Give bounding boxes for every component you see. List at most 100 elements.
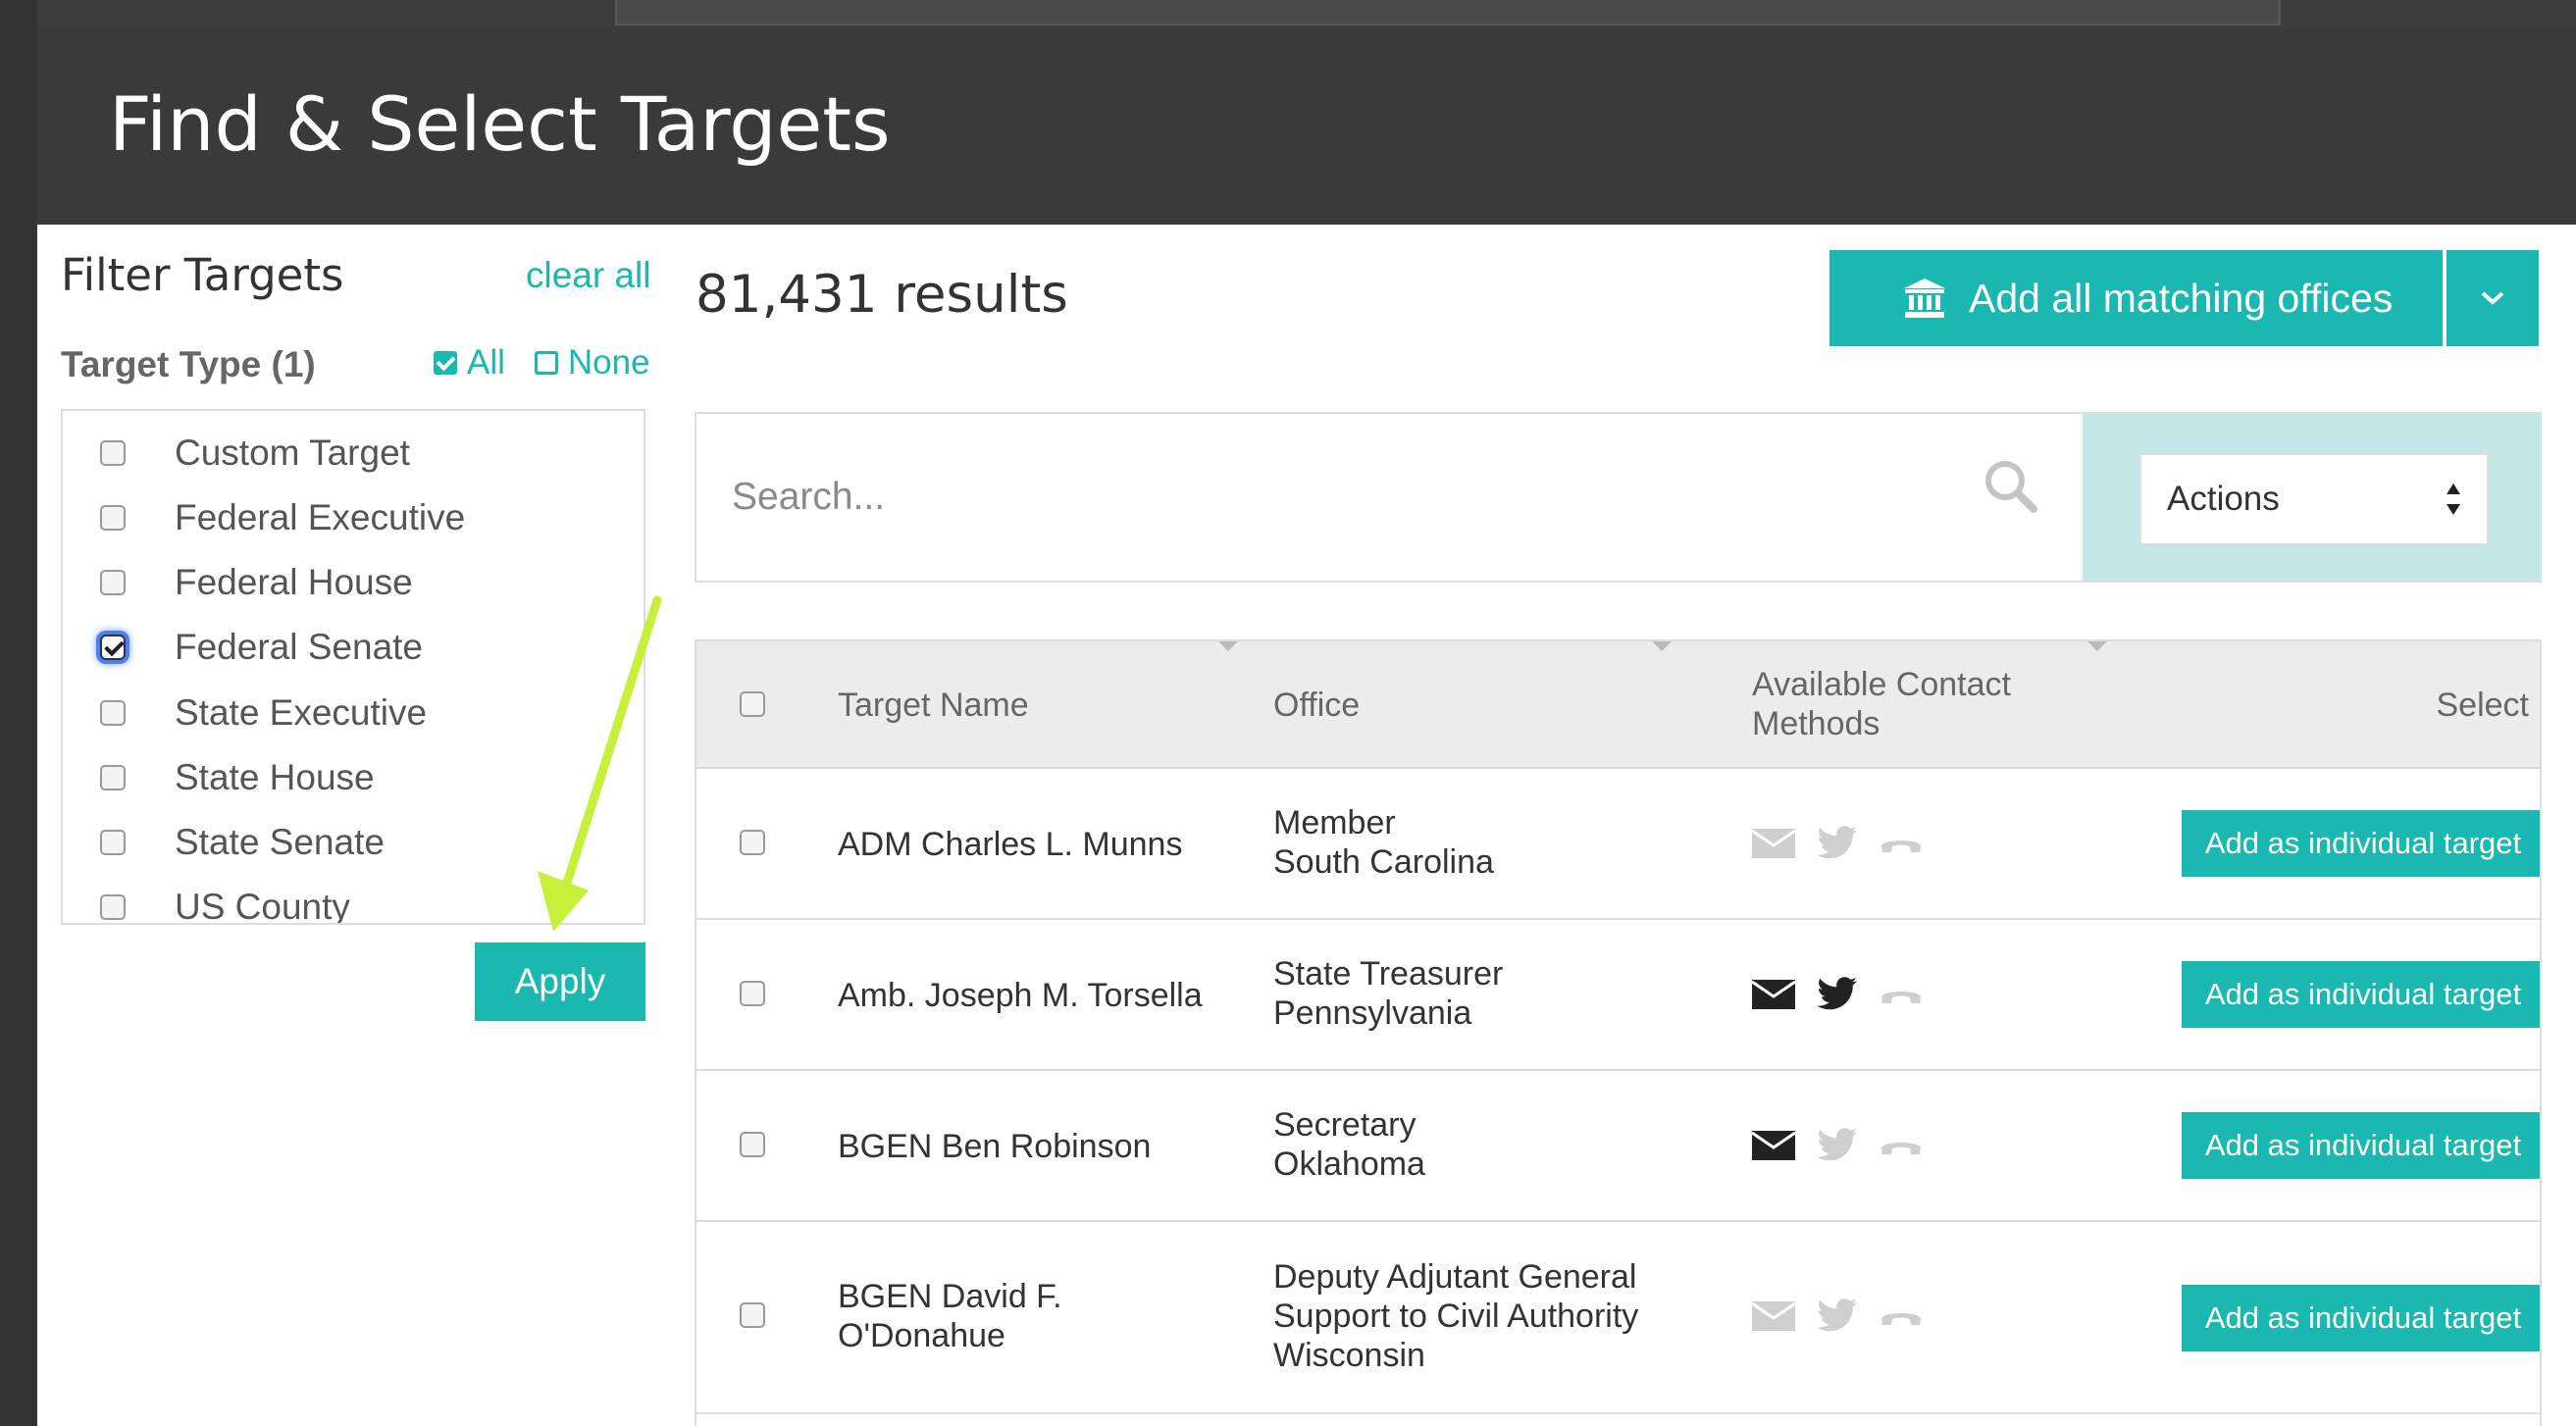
table-row: ADM Charles L. Munns Member South Caroli…	[696, 769, 2540, 920]
twitter-icon	[1817, 1128, 1857, 1161]
target-type-label: Target Type (1)	[61, 344, 316, 384]
type-label: State House	[175, 757, 375, 797]
row-checkbox[interactable]	[740, 1132, 765, 1157]
type-label: Federal Senate	[175, 627, 424, 667]
bank-icon	[1904, 279, 1945, 318]
header-select: Select	[2436, 687, 2530, 724]
search-bar: Actions	[695, 412, 2542, 583]
header-methods-line1: Available Contact	[1752, 666, 2011, 703]
target-type-list[interactable]: Custom Target Federal Executive Federal …	[61, 409, 645, 925]
actions-select[interactable]: Actions	[2139, 453, 2489, 545]
target-name: BGEN David F. O'Donahue	[838, 1277, 1062, 1355]
apply-button[interactable]: Apply	[475, 942, 645, 1021]
office-line: Secretary	[1273, 1106, 1417, 1144]
type-checkbox[interactable]	[100, 765, 126, 790]
type-checkbox[interactable]	[100, 505, 126, 531]
header-methods-line2: Methods	[1752, 705, 1880, 742]
twitter-icon	[1817, 1299, 1857, 1332]
select-none-option[interactable]: None	[534, 343, 650, 382]
email-icon[interactable]	[1752, 980, 1795, 1009]
background-input	[615, 0, 2281, 25]
contact-methods	[1752, 977, 1923, 1012]
office-line: Support to Civil Authority	[1273, 1298, 1639, 1335]
header-target-name[interactable]: Target Name	[838, 686, 1029, 725]
chevron-down-icon	[2481, 291, 2504, 305]
header-contact-methods[interactable]: Available Contact Methods	[1752, 665, 2011, 743]
search-input[interactable]	[732, 461, 1909, 534]
filter-targets-title: Filter Targets	[61, 249, 344, 301]
select-all-option[interactable]: All	[434, 343, 505, 382]
target-office: Secretary Oklahoma	[1273, 1105, 1425, 1184]
target-name: ADM Charles L. Munns	[838, 825, 1182, 864]
twitter-icon[interactable]	[1817, 977, 1858, 1012]
empty-box-icon	[534, 351, 558, 375]
type-item-state-house[interactable]: State House	[63, 753, 644, 802]
search-icon	[1985, 461, 2037, 513]
email-icon[interactable]	[1752, 1131, 1795, 1160]
target-name-line: BGEN Ben Robinson	[838, 1128, 1152, 1165]
target-name-line: ADM Charles L. Munns	[838, 826, 1183, 863]
phone-icon	[1881, 840, 1921, 852]
table-row: BGEN David F. O'Donahue Deputy Adjutant …	[696, 1222, 2540, 1414]
add-individual-target-button[interactable]: Add as individual target	[2182, 1112, 2540, 1179]
resize-caret-icon[interactable]	[1652, 641, 1672, 651]
checked-box-icon	[434, 351, 457, 375]
type-checkbox[interactable]	[100, 570, 126, 595]
type-checkbox[interactable]	[100, 894, 126, 920]
add-individual-target-button[interactable]: Add as individual target	[2182, 961, 2540, 1028]
search-box	[696, 414, 2083, 581]
modal-header: Find & Select Targets	[37, 29, 2576, 225]
add-all-dropdown-toggle[interactable]	[2447, 250, 2539, 346]
type-checkbox-checked[interactable]	[100, 635, 126, 660]
type-label: Federal Executive	[175, 497, 466, 537]
target-name: BGEN Ben Robinson	[838, 1127, 1151, 1166]
actions-panel: Actions	[2083, 414, 2542, 581]
none-label: None	[567, 343, 650, 382]
type-item-federal-house[interactable]: Federal House	[63, 558, 644, 607]
resize-caret-icon[interactable]	[1218, 641, 1238, 651]
type-label: Federal House	[175, 562, 413, 602]
type-label: US County	[175, 887, 350, 925]
type-checkbox[interactable]	[100, 440, 126, 466]
type-label: State Executive	[175, 692, 428, 733]
select-all-rows-checkbox[interactable]	[740, 691, 765, 717]
resize-caret-icon[interactable]	[2087, 641, 2107, 651]
type-item-us-county[interactable]: US County	[63, 883, 644, 925]
row-checkbox[interactable]	[740, 981, 765, 1006]
target-name-line: O'Donahue	[838, 1317, 1005, 1354]
background-toolbar	[0, 0, 2576, 29]
contact-methods	[1752, 1128, 1923, 1163]
type-item-state-senate[interactable]: State Senate	[63, 818, 644, 867]
targets-table: Target Name Office Available Contact Met…	[695, 639, 2542, 1426]
phone-icon	[1881, 1313, 1921, 1325]
all-label: All	[467, 343, 505, 382]
target-office: State Treasurer Pennsylvania	[1273, 954, 1503, 1033]
add-individual-target-button[interactable]: Add as individual target	[2182, 810, 2540, 877]
type-label: State Senate	[175, 822, 385, 862]
find-select-targets-modal: Find & Select Targets Filter Targets cle…	[37, 29, 2576, 1426]
table-row: Amb. Joseph M. Torsella State Treasurer …	[696, 920, 2540, 1071]
office-line: Oklahoma	[1273, 1146, 1425, 1183]
type-item-federal-executive[interactable]: Federal Executive	[63, 493, 644, 542]
header-office[interactable]: Office	[1273, 686, 1360, 725]
office-line: Pennsylvania	[1273, 994, 1472, 1032]
row-checkbox[interactable]	[740, 830, 765, 855]
office-line: State Treasurer	[1273, 955, 1504, 993]
contact-methods	[1752, 1299, 1923, 1334]
contact-methods	[1752, 826, 1923, 861]
type-checkbox[interactable]	[100, 830, 126, 855]
add-all-matching-offices-button[interactable]: Add all matching offices	[1829, 250, 2443, 346]
clear-all-link[interactable]: clear all	[526, 255, 651, 296]
type-item-state-executive[interactable]: State Executive	[63, 688, 644, 738]
phone-icon	[1881, 992, 1921, 1003]
type-item-custom-target[interactable]: Custom Target	[63, 429, 644, 478]
type-item-federal-senate[interactable]: Federal Senate	[63, 623, 644, 672]
row-checkbox[interactable]	[740, 1302, 765, 1328]
sort-arrows-icon	[2447, 484, 2460, 515]
add-individual-target-button[interactable]: Add as individual target	[2182, 1285, 2540, 1351]
email-icon	[1752, 1301, 1795, 1331]
actions-label: Actions	[2167, 480, 2280, 518]
type-checkbox[interactable]	[100, 700, 126, 726]
target-name-line: BGEN David F.	[838, 1278, 1062, 1315]
search-button[interactable]	[1982, 457, 2040, 516]
